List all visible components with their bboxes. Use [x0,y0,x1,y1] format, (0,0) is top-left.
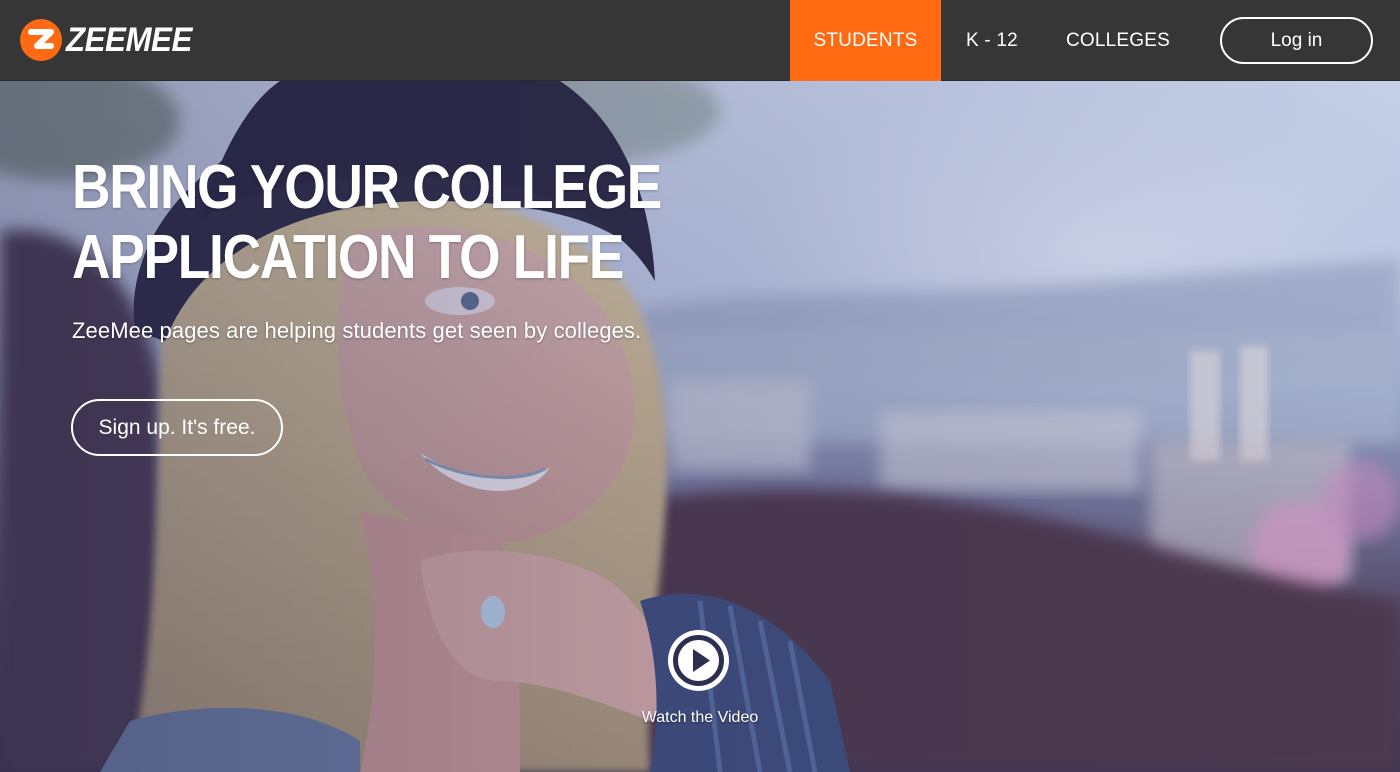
logo-wordmark: ZEEMEE [66,20,192,59]
signup-button[interactable]: Sign up. It's free. [71,399,283,456]
hero-section: BRING YOUR COLLEGE APPLICATION TO LIFE Z… [0,81,1400,772]
hero-headline: BRING YOUR COLLEGE APPLICATION TO LIFE [72,153,662,293]
headline-line-2: APPLICATION TO LIFE [72,223,624,292]
login-button[interactable]: Log in [1220,17,1373,64]
nav-students[interactable]: STUDENTS [790,0,941,81]
play-video-button[interactable] [668,630,729,691]
logo-mark-icon [20,19,62,61]
nav-k12[interactable]: K - 12 [941,0,1043,81]
hero-subtitle: ZeeMee pages are helping students get se… [72,318,642,343]
top-navbar: ZEEMEE STUDENTS K - 12 COLLEGES Log in [0,0,1400,81]
zeemee-logo[interactable]: ZEEMEE [20,18,203,62]
play-icon [673,635,724,686]
watch-video-link[interactable]: Watch the Video [600,709,800,727]
nav-colleges[interactable]: COLLEGES [1043,0,1193,81]
headline-line-1: BRING YOUR COLLEGE [72,153,662,222]
